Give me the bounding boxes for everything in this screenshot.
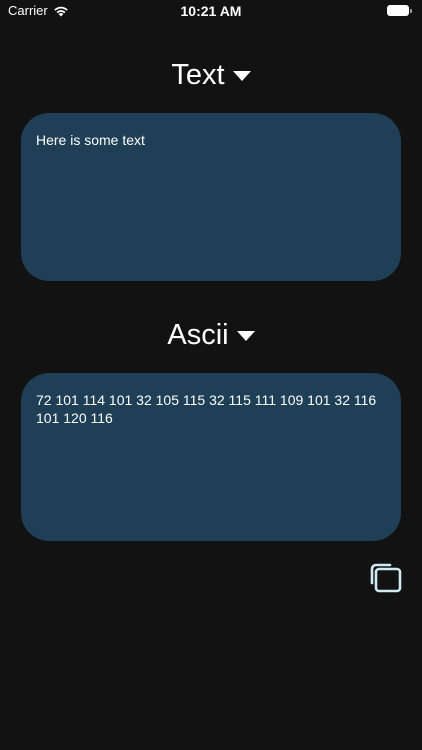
target-format-label: Ascii [167, 319, 229, 351]
target-output-box[interactable]: 72 101 114 101 32 105 115 32 115 111 109… [21, 373, 401, 541]
source-format-selector[interactable]: Text [0, 55, 422, 95]
battery-tip [410, 8, 412, 13]
battery-level [387, 5, 409, 16]
caret-down-icon [236, 331, 255, 341]
source-format-label: Text [171, 59, 225, 91]
copy-icon [370, 563, 402, 593]
converter-screen: Carrier 10:21 AM Text Here is some text … [0, 0, 422, 750]
copy-button[interactable] [366, 558, 406, 598]
status-bar: Carrier 10:21 AM [0, 0, 422, 22]
battery-icon [387, 5, 412, 16]
status-time: 10:21 AM [180, 3, 242, 19]
caret-down-icon [232, 71, 251, 81]
source-text-input[interactable]: Here is some text [21, 113, 401, 281]
target-format-selector[interactable]: Ascii [0, 315, 422, 355]
